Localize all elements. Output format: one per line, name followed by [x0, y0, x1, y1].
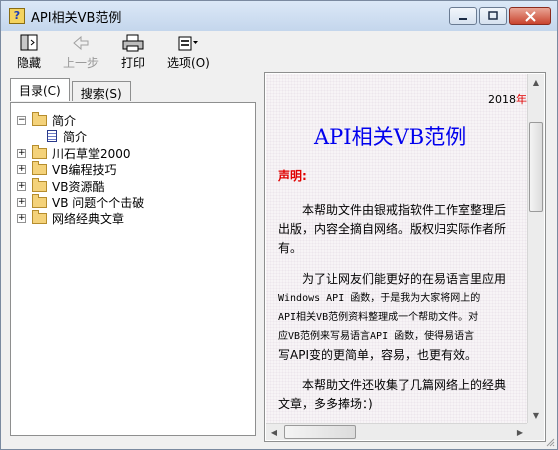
- hide-button[interactable]: 隐藏: [17, 31, 41, 71]
- collapse-icon[interactable]: −: [17, 115, 26, 125]
- toolbar: 隐藏 上一步 打印 选项(O): [3, 31, 553, 71]
- topic-content: 2018年' API相关VB范例 声明: 本帮助文件由银戒指软件工作室整理后 出…: [266, 74, 528, 423]
- hide-label: 隐藏: [17, 56, 42, 70]
- paragraph-1: 本帮助文件由银戒指软件工作室整理后 出版，内容全摘自网络。版权归实际作者所 有。: [278, 201, 524, 258]
- back-label: 上一步: [63, 56, 100, 70]
- navigation-pane: 目录(C) 搜索(S) − 简介 简介 + 川石草堂2000 + VB编程技巧: [6, 72, 260, 442]
- tab-contents[interactable]: 目录(C): [10, 78, 70, 101]
- folder-icon: [32, 209, 47, 224]
- folder-icon: [32, 193, 47, 208]
- contents-tree: − 简介 简介 + 川石草堂2000 + VB编程技巧 + VB资源酷 + VB…: [10, 102, 256, 436]
- expand-icon[interactable]: +: [17, 148, 26, 158]
- topic-date: 2018年': [488, 91, 528, 107]
- tab-search[interactable]: 搜索(S): [71, 81, 131, 101]
- close-icon: [524, 10, 536, 22]
- help-app-icon: ?: [9, 8, 25, 24]
- expand-icon[interactable]: +: [17, 164, 26, 174]
- maximize-button[interactable]: [479, 7, 507, 25]
- window-controls: [447, 7, 551, 25]
- print-label: 打印: [121, 56, 146, 70]
- paragraph-3: 本帮助文件还收集了几篇网络上的经典 文章，多多捧场：): [278, 376, 524, 414]
- maximize-icon: [488, 11, 498, 20]
- para3-line2: 文章，多多捧场：): [278, 397, 373, 411]
- tree-item-label: 川石草堂2000: [52, 146, 131, 161]
- help-window: ? API相关VB范例 隐藏 上一步 打印 选项(O) 目录(C) 搜索(S) …: [0, 0, 558, 450]
- nav-tabs: 目录(C) 搜索(S): [10, 78, 133, 101]
- tree-item-vb-resources[interactable]: + VB资源酷: [17, 177, 105, 194]
- vertical-scrollbar[interactable]: ▲ ▼: [527, 74, 544, 423]
- tree-item-chuanshi[interactable]: + 川石草堂2000: [17, 144, 131, 161]
- declaration-heading: 声明:: [278, 169, 307, 183]
- scroll-down-icon[interactable]: ▼: [528, 407, 544, 423]
- expand-icon[interactable]: +: [17, 181, 26, 191]
- resize-grip-icon[interactable]: [545, 437, 555, 447]
- scroll-right-icon[interactable]: ▶: [512, 424, 528, 440]
- tree-item-intro-page[interactable]: 简介: [47, 128, 87, 144]
- options-dropdown-icon: [177, 33, 199, 53]
- scrollbar-corner: [527, 423, 544, 440]
- para1-line1: 本帮助文件由银戒指软件工作室整理后: [302, 203, 507, 217]
- expand-icon[interactable]: +: [17, 197, 26, 207]
- para2-line2: Windows API 函数，于是我为大家将网上的: [278, 293, 481, 304]
- para1-line3: 有。: [278, 241, 303, 255]
- close-button[interactable]: [509, 7, 551, 25]
- para2-line5: 写API变的更简单，容易，也更有效。: [278, 348, 477, 362]
- para3-line1: 本帮助文件还收集了几篇网络上的经典: [302, 378, 507, 392]
- para2-line3: API相关VB范例资料整理成一个帮助文件。对: [278, 312, 479, 323]
- tree-item-vb-problems[interactable]: + VB 问题个个击破: [17, 193, 145, 210]
- open-folder-icon: [32, 111, 47, 126]
- window-title: API相关VB范例: [31, 10, 122, 26]
- back-arrow-icon: [70, 33, 92, 53]
- back-button[interactable]: 上一步: [63, 31, 99, 71]
- help-page-icon: [47, 130, 57, 142]
- tree-item-network-articles[interactable]: + 网络经典文章: [17, 209, 125, 226]
- scroll-up-icon[interactable]: ▲: [528, 74, 544, 90]
- paragraph-2: 为了让网友们能更好的在易语言里应用 Windows API 函数，于是我为大家将…: [278, 270, 524, 365]
- para2-line1: 为了让网友们能更好的在易语言里应用: [302, 272, 507, 286]
- expand-icon[interactable]: +: [17, 213, 26, 223]
- horizontal-scrollbar[interactable]: ◀ ▶: [266, 423, 528, 440]
- tree-item-label: VB编程技巧: [52, 162, 117, 177]
- topic-title: API相关VB范例: [314, 125, 467, 149]
- options-label: 选项(O): [167, 56, 210, 70]
- options-button[interactable]: 选项(O): [167, 31, 210, 71]
- para2-line4: 应VB范例来写易语言API 函数，使得易语言: [278, 331, 475, 342]
- title-bar[interactable]: ? API相关VB范例: [1, 1, 557, 31]
- printer-icon: [122, 33, 144, 53]
- print-button[interactable]: 打印: [121, 31, 145, 71]
- scroll-left-icon[interactable]: ◀: [266, 424, 282, 440]
- date-year: 2018: [488, 93, 516, 106]
- tree-item-label: 简介: [63, 129, 88, 144]
- tree-item-label: 简介: [52, 113, 77, 128]
- minimize-button[interactable]: [449, 7, 477, 25]
- folder-icon: [32, 177, 47, 192]
- folder-icon: [32, 144, 47, 159]
- hide-panel-icon: [18, 33, 40, 53]
- vertical-scroll-thumb[interactable]: [529, 122, 543, 212]
- horizontal-scroll-thumb[interactable]: [284, 425, 356, 439]
- topic-pane: 2018年' API相关VB范例 声明: 本帮助文件由银戒指软件工作室整理后 出…: [264, 72, 546, 442]
- para1-line2: 出版，内容全摘自网络。版权归实际作者所: [278, 222, 507, 236]
- minimize-icon: [459, 18, 467, 20]
- tree-item-label: VB 问题个个击破: [52, 195, 145, 210]
- tree-item-label: VB资源酷: [52, 179, 105, 194]
- folder-icon: [32, 160, 47, 175]
- tree-item-intro[interactable]: − 简介: [17, 111, 77, 128]
- tree-item-label: 网络经典文章: [52, 211, 125, 226]
- tree-item-vb-tips[interactable]: + VB编程技巧: [17, 160, 117, 177]
